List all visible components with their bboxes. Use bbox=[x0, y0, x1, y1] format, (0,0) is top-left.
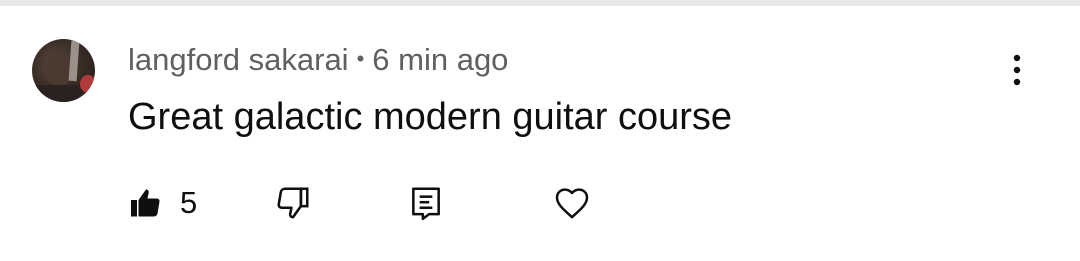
more-options-button[interactable] bbox=[997, 46, 1037, 94]
comment-actions: 5 bbox=[0, 178, 1080, 228]
more-vertical-icon bbox=[1013, 54, 1021, 86]
reply-comment-icon bbox=[412, 187, 440, 221]
avatar-accent bbox=[80, 75, 95, 93]
meta-separator: • bbox=[356, 46, 365, 71]
dislike-button[interactable] bbox=[274, 178, 312, 228]
top-divider bbox=[0, 0, 1080, 6]
avatar-guitar bbox=[68, 40, 80, 82]
comment-view: langford sakarai • 6 min ago Great galacti… bbox=[0, 0, 1080, 261]
thumbs-up-filled-icon bbox=[131, 189, 160, 217]
heart-button[interactable] bbox=[552, 178, 592, 228]
reply-button[interactable] bbox=[407, 178, 445, 228]
comment-meta: langford sakarai • 6 min ago bbox=[128, 40, 508, 83]
comment-timestamp: 6 min ago bbox=[372, 42, 509, 77]
author-name[interactable]: langford sakarai bbox=[128, 42, 349, 77]
thumbs-down-icon bbox=[277, 187, 309, 219]
like-count: 5 bbox=[180, 185, 198, 220]
avatar[interactable] bbox=[32, 39, 95, 102]
like-button[interactable]: 5 bbox=[128, 178, 197, 228]
heart-icon bbox=[555, 188, 589, 219]
comment-text: Great galactic modern guitar course bbox=[128, 96, 733, 138]
